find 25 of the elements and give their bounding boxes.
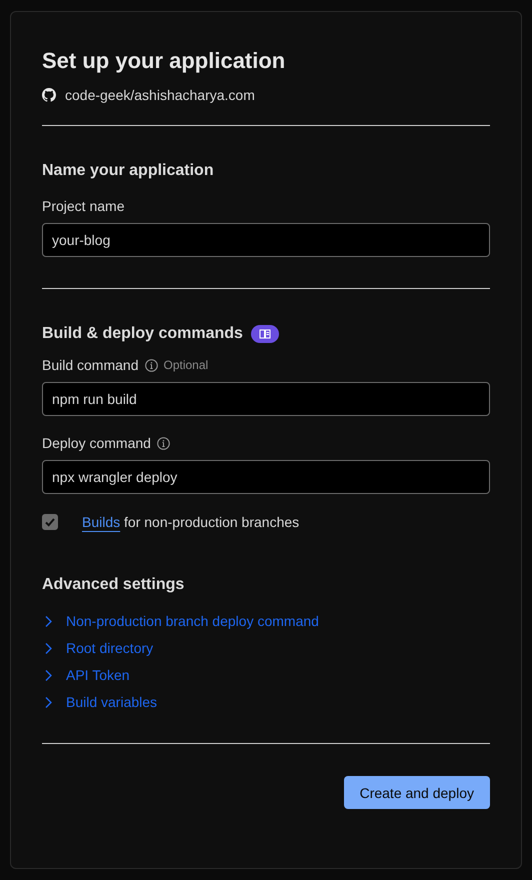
page-title: Set up your application — [42, 47, 286, 75]
settings-item[interactable]: Non-production branch deploy command — [42, 613, 490, 629]
settings-item[interactable]: API Token — [42, 667, 490, 683]
field-label: Deploy command — [42, 435, 151, 451]
command-field[interactable]: npm run build — [42, 382, 490, 416]
settings-item[interactable]: Root directory — [42, 640, 490, 656]
create-deploy-button[interactable]: Create and deploy — [344, 776, 490, 809]
builds-link[interactable]: Builds — [82, 514, 120, 530]
docs-badge[interactable] — [250, 325, 279, 343]
section-heading: Build & deploy commands — [42, 324, 243, 344]
command-field[interactable]: npx wrangler deploy — [42, 460, 490, 494]
field-label: Build command — [42, 357, 138, 373]
github-icon — [42, 88, 56, 102]
section-heading: Name your application — [42, 161, 215, 181]
field-label: Project name — [42, 198, 124, 214]
book-icon — [258, 329, 271, 339]
section-heading: Advanced settings — [42, 575, 186, 595]
repository-name: code-geek/ashishacharya.com — [65, 87, 255, 103]
checkbox[interactable] — [42, 514, 58, 530]
project-name-field[interactable]: your-blog — [42, 223, 490, 257]
info-icon[interactable] — [144, 358, 158, 372]
settings-item[interactable]: Build variables — [42, 694, 490, 710]
checkbox-label: Builds for non-production branches — [82, 514, 300, 530]
info-icon[interactable] — [156, 436, 170, 450]
optional-hint: Optional — [164, 358, 208, 372]
